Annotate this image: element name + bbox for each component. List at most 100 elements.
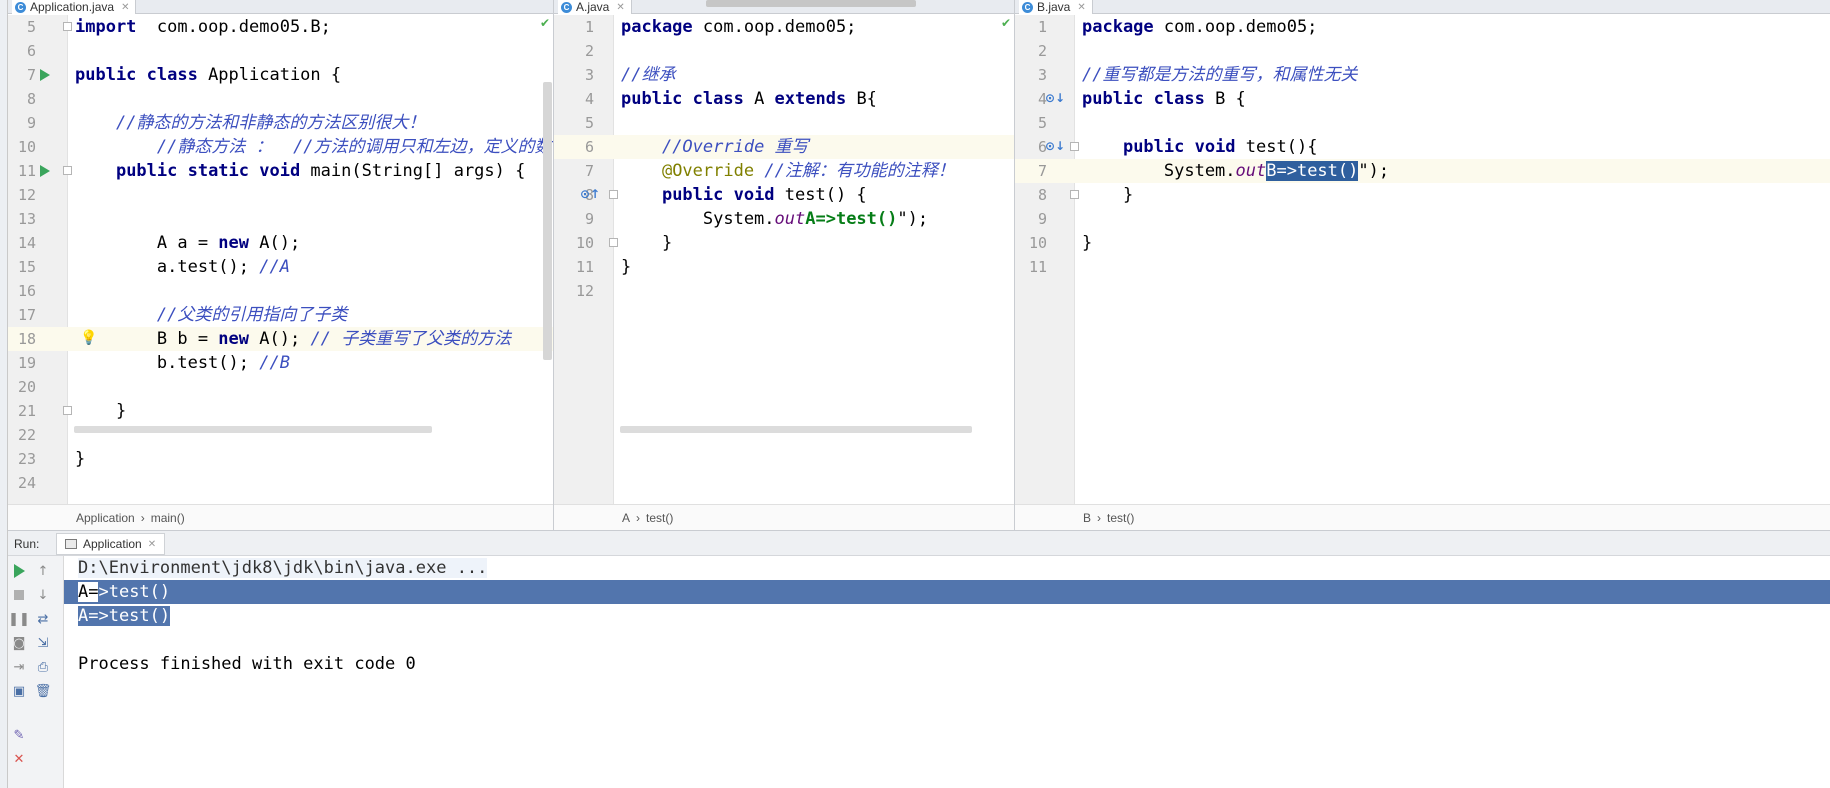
- line-number[interactable]: 2: [554, 39, 594, 63]
- print-button[interactable]: ⎙: [34, 658, 52, 676]
- code-text: }: [1082, 231, 1092, 255]
- scroll-down-button[interactable]: ↓: [34, 586, 52, 604]
- line-number[interactable]: 7: [554, 159, 594, 183]
- line-number[interactable]: 5: [8, 15, 36, 39]
- close-icon[interactable]: ✕: [148, 539, 156, 550]
- code-text: }: [621, 255, 631, 279]
- line-number[interactable]: 5: [1015, 111, 1047, 135]
- line-number[interactable]: 12: [554, 279, 594, 303]
- line-number[interactable]: 9: [1015, 207, 1047, 231]
- run-gutter-icon[interactable]: [40, 69, 50, 81]
- line-number[interactable]: 12: [8, 183, 36, 207]
- line-number[interactable]: 5: [554, 111, 594, 135]
- line-number[interactable]: 20: [8, 375, 36, 399]
- line-number[interactable]: 17: [8, 303, 36, 327]
- line-number[interactable]: 18: [8, 327, 36, 351]
- line-number[interactable]: 10: [554, 231, 594, 255]
- fold-marker-icon[interactable]: [1070, 190, 1079, 199]
- code-text: System.outB=>test()");: [1082, 159, 1389, 183]
- line-number[interactable]: 10: [1015, 231, 1047, 255]
- close-icon[interactable]: ✕: [616, 2, 624, 13]
- fold-marker-icon[interactable]: [1070, 142, 1079, 151]
- line-number[interactable]: 22: [8, 423, 36, 447]
- breadcrumb-item[interactable]: main(): [151, 511, 185, 525]
- code-area[interactable]: 1 package com.oop.demo05; 2 3 //重写都是方法的重写，和属…: [1015, 15, 1830, 504]
- line-number[interactable]: 6: [554, 135, 594, 159]
- vertical-scrollbar[interactable]: [543, 82, 552, 360]
- overridden-method-icon[interactable]: ⊙↓: [1045, 91, 1065, 105]
- console-output[interactable]: D:\Environment\jdk8\jdk\bin\java.exe ...…: [64, 556, 1830, 788]
- rerun-button[interactable]: [10, 562, 28, 580]
- line-number[interactable]: 6: [8, 39, 36, 63]
- tab-b-java[interactable]: C B.java ✕: [1019, 0, 1093, 14]
- line-number[interactable]: 16: [8, 279, 36, 303]
- breadcrumb-item[interactable]: test(): [646, 511, 673, 525]
- run-gutter-icon[interactable]: [40, 165, 50, 177]
- breadcrumb-item[interactable]: B: [1083, 511, 1091, 525]
- stop-button[interactable]: [10, 586, 28, 604]
- line-number[interactable]: 4: [1015, 87, 1047, 111]
- breadcrumb-item[interactable]: A: [622, 511, 630, 525]
- line-number[interactable]: 11: [554, 255, 594, 279]
- tab-label: A.java: [576, 0, 610, 14]
- line-number[interactable]: 13: [8, 207, 36, 231]
- line-number[interactable]: 8: [8, 87, 36, 111]
- close-icon[interactable]: ✕: [1077, 2, 1085, 13]
- line-number[interactable]: 3: [1015, 63, 1047, 87]
- line-number[interactable]: 14: [8, 231, 36, 255]
- close-icon[interactable]: ✕: [121, 2, 129, 13]
- line-number[interactable]: 4: [554, 87, 594, 111]
- code-token: //静态方法 ： //方法的调用只和左边，定义的数: [156, 137, 552, 157]
- lightbulb-icon[interactable]: 💡: [80, 330, 97, 346]
- close-run-button[interactable]: ✕: [10, 750, 28, 768]
- line-number[interactable]: 9: [554, 207, 594, 231]
- line-number[interactable]: 6: [1015, 135, 1047, 159]
- line-number[interactable]: 23: [8, 447, 36, 471]
- scroll-to-end-button[interactable]: ⇲: [34, 634, 52, 652]
- pause-button[interactable]: ❚❚: [8, 610, 30, 628]
- breadcrumb-item[interactable]: Application: [76, 511, 135, 525]
- line-number[interactable]: 11: [1015, 255, 1047, 279]
- line-number[interactable]: 8: [1015, 183, 1047, 207]
- fold-marker-icon[interactable]: [609, 190, 618, 199]
- dump-threads-button[interactable]: ◙: [10, 634, 28, 652]
- tab-a-java[interactable]: C A.java ✕: [558, 0, 632, 14]
- line-number[interactable]: 7: [8, 63, 36, 87]
- clear-all-button[interactable]: 🗑: [34, 682, 52, 700]
- horizontal-scrollbar[interactable]: [620, 426, 972, 433]
- code-text: System.outA=>test()");: [621, 207, 928, 231]
- code-token: ");: [897, 209, 929, 229]
- code-token: //B: [259, 353, 290, 373]
- exit-button[interactable]: ⇥: [10, 658, 28, 676]
- fold-marker-icon[interactable]: [63, 406, 72, 415]
- soft-wrap-button[interactable]: ⇄: [34, 610, 52, 628]
- fold-marker-icon[interactable]: [609, 238, 618, 247]
- line-number[interactable]: 7: [1015, 159, 1047, 183]
- tab-application-java[interactable]: C Application.java ✕: [12, 0, 137, 14]
- overrides-method-icon[interactable]: ⊙↑: [580, 187, 600, 201]
- overridden-method-icon[interactable]: ⊙↓: [1045, 139, 1065, 153]
- line-number[interactable]: 2: [1015, 39, 1047, 63]
- horizontal-scrollbar[interactable]: [74, 426, 432, 433]
- scroll-up-button[interactable]: ↑: [34, 562, 52, 580]
- line-number[interactable]: 1: [554, 15, 594, 39]
- checkmark-icon: ✔: [540, 16, 551, 30]
- line-number[interactable]: 24: [8, 471, 36, 495]
- line-number[interactable]: 15: [8, 255, 36, 279]
- breadcrumb-item[interactable]: test(): [1107, 511, 1134, 525]
- fold-marker-icon[interactable]: [63, 166, 72, 175]
- line-number[interactable]: 21: [8, 399, 36, 423]
- line-number[interactable]: 10: [8, 135, 36, 159]
- line-number[interactable]: 19: [8, 351, 36, 375]
- line-number[interactable]: 1: [1015, 15, 1047, 39]
- line-number[interactable]: 3: [554, 63, 594, 87]
- restore-layout-button[interactable]: ▣: [10, 682, 28, 700]
- tab-scroll-thumb[interactable]: [706, 0, 916, 7]
- line-number[interactable]: 11: [8, 159, 36, 183]
- pin-tab-button[interactable]: ✎: [10, 726, 28, 744]
- run-tab-application[interactable]: Application ✕: [56, 533, 166, 555]
- code-text: //父类的引用指向了子类: [75, 303, 347, 327]
- line-number[interactable]: 9: [8, 111, 36, 135]
- fold-marker-icon[interactable]: [63, 22, 72, 31]
